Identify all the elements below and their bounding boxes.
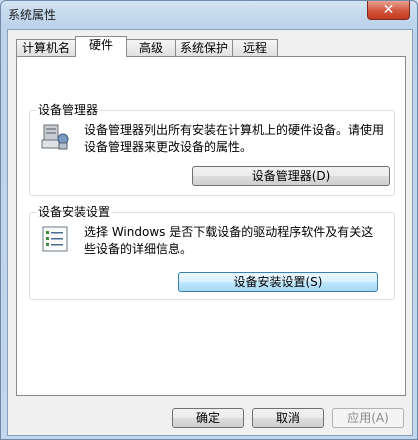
device-install-group-title: 设备安装设置 xyxy=(36,204,113,220)
system-properties-window: 系统属性 ✕ 计算机名 硬件 高级 系统保护 远程 设备管理器 设备管理器列出所… xyxy=(0,0,418,440)
dialog-client-area: 计算机名 硬件 高级 系统保护 远程 设备管理器 设备管理器列出所有安装在计算机… xyxy=(7,29,413,436)
tab-computer-name[interactable]: 计算机名 xyxy=(16,39,76,56)
ok-button[interactable]: 确定 xyxy=(172,408,244,428)
device-install-group: 设备安装设置 选择 Windows 是否下载设备的驱动程序软件及有关这些设备的详… xyxy=(29,204,395,300)
close-icon: ✕ xyxy=(382,2,395,18)
cancel-button[interactable]: 取消 xyxy=(252,408,324,428)
device-manager-description: 设备管理器列出所有安装在计算机上的硬件设备。请使用设备管理器来更改设备的属性。 xyxy=(84,123,385,154)
apply-button[interactable]: 应用(A) xyxy=(332,408,404,428)
hardware-tab-panel: 设备管理器 设备管理器列出所有安装在计算机上的硬件设备。请使用设备管理器来更改设… xyxy=(16,56,406,396)
window-title: 系统属性 xyxy=(8,8,57,22)
tab-hardware[interactable]: 硬件 xyxy=(75,36,127,57)
close-button[interactable]: ✕ xyxy=(367,1,410,20)
checklist-icon xyxy=(40,224,70,254)
device-install-description: 选择 Windows 是否下载设备的驱动程序软件及有关这些设备的详细信息。 xyxy=(84,225,374,256)
device-manager-group-title: 设备管理器 xyxy=(36,102,101,118)
tab-remote[interactable]: 远程 xyxy=(232,39,278,56)
device-manager-icon xyxy=(40,122,70,152)
device-manager-group: 设备管理器 设备管理器列出所有安装在计算机上的硬件设备。请使用设备管理器来更改设… xyxy=(29,102,395,196)
tab-system-protection[interactable]: 系统保护 xyxy=(175,39,233,56)
device-manager-button[interactable]: 设备管理器(D) xyxy=(192,166,390,186)
device-install-settings-button[interactable]: 设备安装设置(S) xyxy=(178,272,378,292)
tab-advanced[interactable]: 高级 xyxy=(126,39,176,56)
